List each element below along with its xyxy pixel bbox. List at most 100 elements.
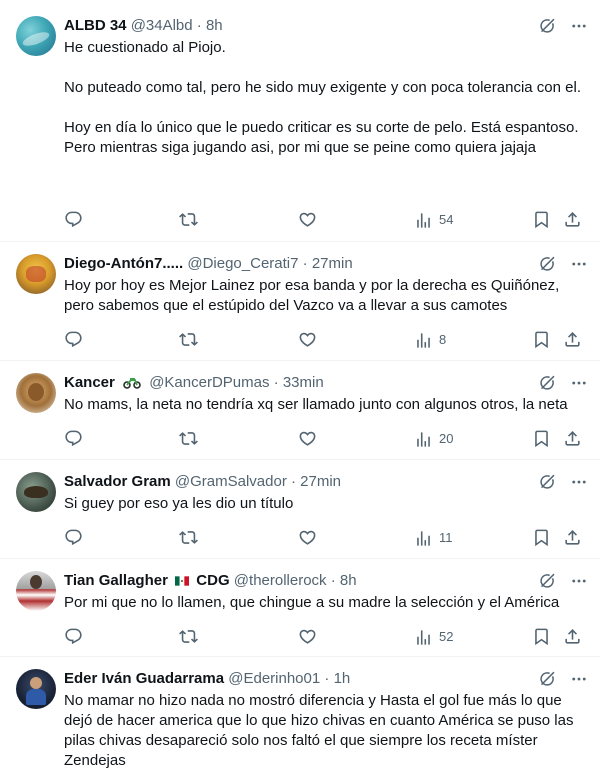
display-name[interactable]: Tian Gallagher	[64, 572, 168, 589]
views-button[interactable]: 52	[414, 627, 453, 647]
display-name[interactable]: ALBD 34	[64, 17, 127, 34]
views-icon	[414, 430, 433, 449]
like-button[interactable]	[298, 330, 317, 349]
timestamp[interactable]: 27min	[312, 255, 353, 272]
bookmark-button[interactable]	[532, 330, 551, 349]
retweet-icon	[179, 210, 198, 229]
display-name[interactable]: Diego-Antón7.....	[64, 255, 183, 272]
like-button[interactable]	[298, 429, 317, 448]
retweet-icon	[179, 528, 198, 547]
reply-button[interactable]	[64, 528, 83, 547]
tweet[interactable]: Eder Iván Guadarrama @Ederinho01 · 1h No…	[0, 657, 600, 784]
timestamp[interactable]: 8h	[340, 572, 357, 589]
tweet[interactable]: ALBD 34 @34Albd · 8h He cuestionado al P…	[0, 0, 600, 242]
more-icon[interactable]	[570, 255, 588, 273]
more-icon[interactable]	[570, 473, 588, 491]
user-handle[interactable]: @34Albd	[131, 17, 193, 34]
grok-icon[interactable]	[538, 473, 556, 491]
retweet-button[interactable]	[179, 330, 198, 349]
user-handle[interactable]: @KancerDPumas	[149, 374, 269, 391]
grok-icon[interactable]	[538, 572, 556, 590]
retweet-button[interactable]	[179, 429, 198, 448]
views-count: 8	[439, 332, 447, 347]
tweet-paragraph: Si guey por eso ya les dio un título	[64, 495, 294, 512]
bookmark-button[interactable]	[532, 210, 551, 229]
separator-dot: ·	[291, 473, 296, 490]
bookmark-button[interactable]	[532, 528, 551, 547]
reply-button[interactable]	[64, 330, 83, 349]
like-icon	[298, 627, 317, 646]
tweet-actions: 8	[64, 330, 588, 350]
user-handle[interactable]: @Ederinho01	[228, 670, 320, 687]
tweet-text: He cuestionado al Piojo. No puteado como…	[64, 38, 588, 158]
views-button[interactable]: 8	[414, 330, 446, 350]
separator-dot: ·	[302, 255, 308, 272]
tweet-text: No mamar no hizo nada no mostró diferenc…	[64, 691, 588, 771]
grok-icon[interactable]	[538, 374, 556, 392]
like-icon	[298, 330, 317, 349]
bookmark-icon	[532, 210, 551, 229]
reply-button[interactable]	[64, 210, 83, 229]
share-button[interactable]	[563, 627, 582, 646]
bookmark-button[interactable]	[532, 429, 551, 448]
mexico-flag-icon	[175, 576, 190, 586]
tweet-text: Hoy por hoy es Mejor Lainez por esa band…	[64, 276, 588, 316]
more-icon[interactable]	[570, 670, 588, 688]
views-button[interactable]: 11	[414, 528, 453, 548]
display-name[interactable]: Eder Iván Guadarrama	[64, 670, 224, 687]
tweet-paragraph: No mams, la neta no tendría xq ser llama…	[64, 396, 568, 413]
grok-icon[interactable]	[538, 17, 556, 35]
tweet-paragraph: No puteado como tal, pero he sido muy ex…	[64, 79, 581, 96]
tweet[interactable]: Diego-Antón7..... @Diego_Cerati7 · 27min…	[0, 242, 600, 361]
tweet-header: Eder Iván Guadarrama @Ederinho01 · 1h	[64, 669, 588, 689]
share-button[interactable]	[563, 330, 582, 349]
like-button[interactable]	[298, 210, 317, 229]
user-handle[interactable]: @Diego_Cerati7	[187, 255, 298, 272]
reply-feed: ALBD 34 @34Albd · 8h He cuestionado al P…	[0, 0, 600, 784]
user-handle[interactable]: @GramSalvador	[175, 473, 287, 490]
avatar[interactable]	[16, 472, 56, 512]
bookmark-icon	[532, 627, 551, 646]
views-button[interactable]: 20	[414, 429, 453, 449]
share-button[interactable]	[563, 210, 582, 229]
retweet-button[interactable]	[179, 210, 198, 229]
timestamp[interactable]: 8h	[206, 17, 223, 34]
avatar[interactable]	[16, 16, 56, 56]
share-button[interactable]	[563, 528, 582, 547]
more-icon[interactable]	[570, 374, 588, 392]
timestamp[interactable]: 27min	[300, 473, 341, 490]
avatar[interactable]	[16, 669, 56, 709]
retweet-button[interactable]	[179, 528, 198, 547]
grok-icon[interactable]	[538, 670, 556, 688]
like-button[interactable]	[298, 528, 317, 547]
more-icon[interactable]	[570, 572, 588, 590]
more-icon[interactable]	[570, 17, 588, 35]
avatar[interactable]	[16, 571, 56, 611]
share-button[interactable]	[563, 429, 582, 448]
display-name[interactable]: Kancer	[64, 374, 115, 391]
avatar[interactable]	[16, 254, 56, 294]
display-name-suffix[interactable]: CDG	[196, 572, 229, 589]
tweet-actions: 54	[64, 210, 588, 230]
reply-button[interactable]	[64, 627, 83, 646]
tweet[interactable]: Tian Gallagher CDG @therollerock · 8h Po…	[0, 559, 600, 657]
user-handle[interactable]: @therollerock	[234, 572, 327, 589]
views-count: 54	[439, 212, 454, 227]
bookmark-button[interactable]	[532, 627, 551, 646]
reply-button[interactable]	[64, 429, 83, 448]
timestamp[interactable]: 33min	[283, 374, 324, 391]
separator-dot: ·	[324, 670, 330, 687]
tweet-header: Kancer @KancerDPumas · 33min	[64, 373, 588, 393]
display-name[interactable]: Salvador Gram	[64, 473, 171, 490]
timestamp[interactable]: 1h	[334, 670, 351, 687]
tweet[interactable]: Kancer @KancerDPumas · 33min No mams, la…	[0, 361, 600, 460]
like-icon	[298, 210, 317, 229]
tweet-header: Diego-Antón7..... @Diego_Cerati7 · 27min	[64, 254, 588, 274]
tweet[interactable]: Salvador Gram @GramSalvador · 27min Si g…	[0, 460, 600, 559]
like-button[interactable]	[298, 627, 317, 646]
views-button[interactable]: 54	[414, 210, 453, 230]
grok-icon[interactable]	[538, 255, 556, 273]
retweet-button[interactable]	[179, 627, 198, 646]
avatar[interactable]	[16, 373, 56, 413]
tweet-header: Salvador Gram @GramSalvador · 27min	[64, 472, 588, 492]
